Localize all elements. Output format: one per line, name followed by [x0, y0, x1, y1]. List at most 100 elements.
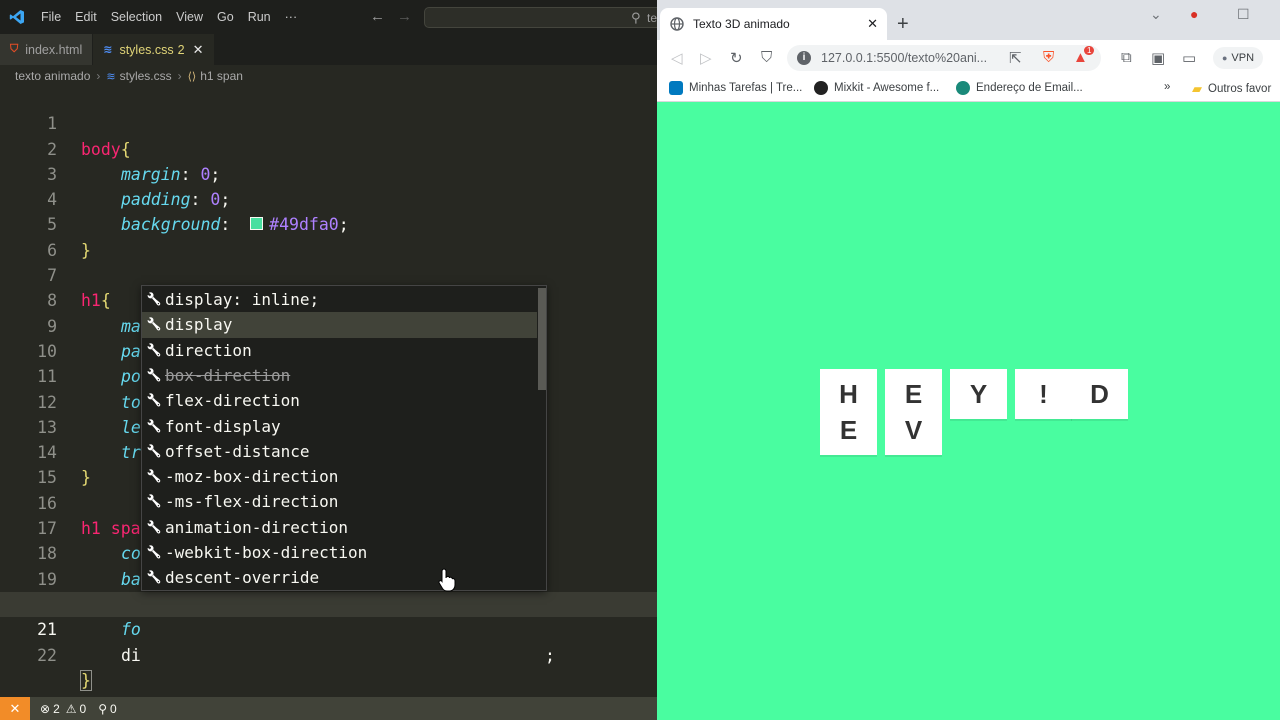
suggestion-item[interactable]: 🔧 offset-distance [142, 439, 537, 464]
letter-tile: E [820, 405, 877, 455]
menu-edit[interactable]: Edit [68, 10, 104, 24]
suggestion-label: -moz-box-direction [165, 467, 339, 487]
wrench-icon: 🔧 [146, 418, 162, 433]
share-icon[interactable]: ⇱ [1009, 49, 1022, 67]
line-number: 22 [37, 645, 57, 665]
reload-icon[interactable]: ↻ [730, 49, 743, 67]
wrench-icon: 🔧 [146, 393, 162, 408]
menu-more[interactable]: ··· [278, 10, 305, 24]
command-center-search[interactable]: ⚲ te [424, 7, 657, 28]
menu-selection[interactable]: Selection [104, 10, 169, 24]
maximize-icon[interactable]: ☐ [1237, 6, 1250, 23]
breadcrumb-symbol[interactable]: h1 span [200, 69, 243, 83]
suggestion-label: font-display [165, 416, 281, 436]
search-text: te [647, 11, 657, 25]
brace: } [80, 669, 92, 691]
sidebar-icon[interactable]: ▣ [1151, 49, 1165, 67]
extensions-icon[interactable]: ⧉ [1121, 49, 1132, 66]
browser-toolbar: ◁ ▷ ↻ ⛉ i 127.0.0.1:5500/texto%20ani... … [657, 40, 1280, 76]
remote-icon[interactable]: ✕ [0, 697, 30, 720]
tab-label: styles.css [119, 42, 174, 57]
ports-count: 0 [110, 701, 117, 716]
wrench-icon: 🔧 [146, 443, 162, 458]
suggestion-item[interactable]: 🔧 descent-override [142, 565, 537, 590]
url-text: 127.0.0.1:5500/texto%20ani... [821, 51, 988, 65]
letter-tile: D [1071, 369, 1128, 419]
semicolon: ; [545, 645, 555, 665]
new-tab-icon[interactable]: + [897, 14, 909, 34]
suggestion-label: direction [165, 340, 252, 360]
suggestion-item[interactable]: 🔧 -ms-flex-direction [142, 489, 537, 514]
suggestion-item[interactable]: 🔧 animation-direction [142, 515, 537, 540]
menu-run[interactable]: Run [241, 10, 278, 24]
trello-icon [669, 81, 683, 95]
suggestion-item[interactable]: 🔧 direction [142, 338, 537, 363]
breadcrumb-file[interactable]: styles.css [120, 69, 172, 83]
wrench-icon: 🔧 [146, 519, 162, 534]
suggestion-label: display: inline; [165, 290, 320, 309]
error-count: 2 [53, 701, 60, 716]
code-line: 4 background: #49dfa0; [0, 162, 657, 234]
suggestion-item[interactable]: 🔧 font-display [142, 414, 537, 439]
code-line: 7 h1{ [0, 238, 657, 310]
forward-arrow-icon[interactable]: → [397, 8, 412, 25]
ports-indicator[interactable]: ⚲ 0 [98, 702, 116, 716]
tab-title: Texto 3D animado [693, 17, 790, 31]
forward-icon[interactable]: ▷ [700, 49, 712, 67]
suggestion-label: box-direction [165, 365, 291, 385]
tab-styles-css[interactable]: ≋ styles.css 2 ✕ [93, 34, 215, 65]
menu-view[interactable]: View [169, 10, 210, 24]
wrench-icon: 🔧 [146, 342, 162, 357]
close-icon[interactable]: ✕ [193, 42, 204, 58]
browser-tab[interactable]: Texto 3D animado ✕ [660, 8, 887, 40]
vscode-logo-icon[interactable] [0, 0, 34, 34]
menu-go[interactable]: Go [210, 10, 241, 24]
suggestion-item[interactable]: 🔧 -webkit-box-direction [142, 540, 537, 565]
suggestion-label: -ms-flex-direction [165, 492, 339, 512]
chevron-right-icon: › [177, 69, 182, 83]
folder-icon: ▰ [1192, 81, 1202, 96]
tab-index-html[interactable]: ⛉ index.html [0, 34, 94, 65]
hand-cursor-icon [438, 568, 456, 592]
letter-tile: V [885, 405, 942, 455]
code-line: 3 padding: 0; [0, 137, 657, 209]
wallet-icon[interactable]: ▭ [1182, 49, 1196, 67]
bookmark-email[interactable]: Endereço de Email... [956, 81, 1083, 95]
suggestion-item[interactable]: 🔧 flex-direction [142, 388, 537, 413]
bookmarks-overflow[interactable]: » [1164, 81, 1170, 93]
breadcrumb-folder[interactable]: texto animado [15, 69, 90, 83]
site-info-icon[interactable]: i [797, 51, 811, 65]
menu-file[interactable]: File [34, 10, 68, 24]
suggestion-scrollbar[interactable] [538, 288, 546, 390]
suggestion-item[interactable]: 🔧 display [142, 312, 537, 338]
status-bar: ✕ ⊗ 2 ⚠ 0 ⚲ 0 [0, 697, 657, 720]
bookmark-icon[interactable]: ⛉ [761, 49, 772, 66]
tab-search-icon[interactable]: ⌄ [1150, 6, 1162, 23]
tab-strip: Texto 3D animado ✕ + ⌄ ● ☐ [657, 0, 1280, 40]
suggestion-item[interactable]: 🔧 -moz-box-direction [142, 464, 537, 489]
suggestion-item[interactable]: 🔧 display: inline; [142, 287, 537, 312]
error-icon: ⊗ [40, 701, 51, 716]
bookmark-mixkit[interactable]: Mixkit - Awesome f... [814, 81, 939, 95]
back-arrow-icon[interactable]: ← [370, 8, 385, 25]
code-line: 5 } [0, 187, 657, 259]
chevron-double-right-icon: » [1164, 81, 1171, 93]
css3-icon: ≋ [103, 44, 113, 56]
close-tab-icon[interactable]: ✕ [867, 16, 878, 32]
wrench-icon: 🔧 [146, 545, 162, 559]
suggestion-item[interactable]: 🔧 box-direction [142, 363, 537, 388]
back-icon[interactable]: ◁ [671, 49, 683, 67]
bookmark-trello[interactable]: Minhas Tarefas | Tre... [669, 81, 802, 95]
vpn-button[interactable]: ● VPN [1213, 47, 1263, 69]
code-text: } [80, 668, 92, 693]
extension-red-icon[interactable]: ● [1190, 6, 1198, 22]
problems-indicator[interactable]: ⊗ 2 ⚠ 0 [40, 702, 86, 716]
code-line: 2 margin: 0; [0, 111, 657, 184]
suggestion-label: descent-override [165, 568, 320, 588]
code-line-current: 21 di [0, 592, 657, 665]
email-icon [956, 81, 970, 95]
brave-shield-icon[interactable]: ⛨ [1043, 49, 1054, 66]
suggestion-widget[interactable]: 🔧 display: inline; 🔧 display 🔧 direction 🔧 box-… [141, 285, 547, 591]
other-bookmarks[interactable]: ▰ Outros favor [1192, 81, 1271, 97]
wrench-icon: 🔧 [146, 570, 162, 585]
